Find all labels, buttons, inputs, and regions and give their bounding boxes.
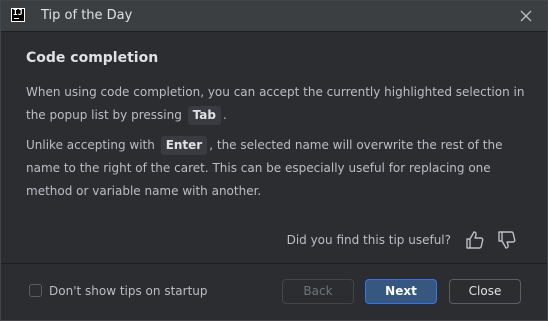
tip-of-the-day-dialog: IJ Tip of the Day Code completion When u… — [0, 0, 548, 321]
close-icon[interactable] — [517, 7, 535, 25]
thumbs-down-icon[interactable] — [496, 229, 518, 251]
tip-paragraph-2: Unlike accepting with Enter, the selecte… — [26, 134, 526, 203]
feedback-question: Did you find this tip useful? — [286, 233, 451, 247]
tip-p2-text-start: Unlike accepting with — [26, 138, 155, 152]
back-button[interactable]: Back — [282, 279, 354, 304]
key-enter: Enter — [160, 136, 208, 155]
footer-separator — [1, 263, 547, 264]
intellij-icon: IJ — [11, 8, 25, 22]
app-icon-text: IJ — [13, 8, 23, 17]
title-bar: IJ Tip of the Day — [1, 1, 547, 32]
next-button[interactable]: Next — [365, 279, 437, 304]
thumbs-up-icon[interactable] — [464, 229, 486, 251]
tip-p1-end: . — [222, 108, 227, 122]
key-tab: Tab — [187, 106, 221, 125]
tip-paragraph-1: When using code completion, you can acce… — [26, 81, 526, 127]
app-icon-bar — [14, 18, 19, 19]
dont-show-tips-label[interactable]: Don't show tips on startup — [49, 284, 208, 298]
window-title: Tip of the Day — [41, 8, 133, 23]
dont-show-tips-checkbox[interactable] — [29, 284, 42, 297]
tip-heading: Code completion — [26, 50, 159, 66]
tip-p1-text: When using code completion, you can acce… — [26, 85, 525, 122]
close-button[interactable]: Close — [449, 279, 521, 304]
